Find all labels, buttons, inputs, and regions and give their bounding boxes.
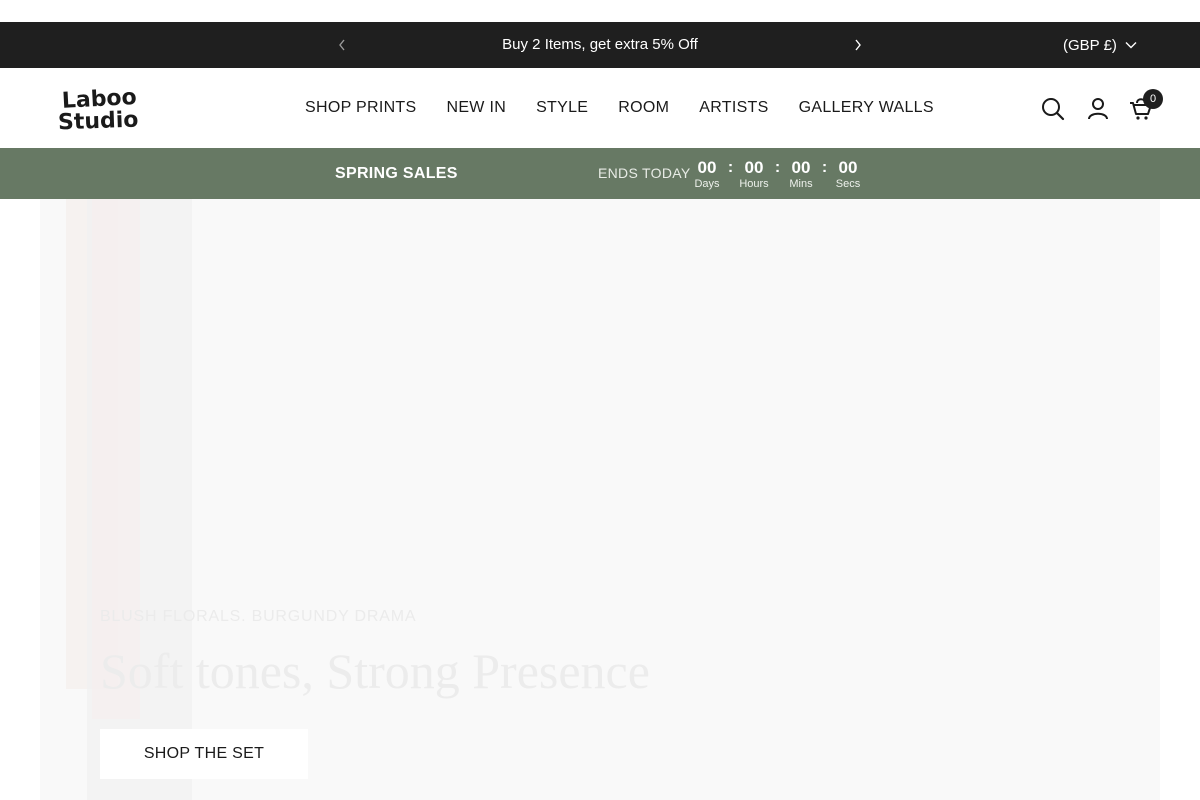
nav-room[interactable]: ROOM [618,99,669,117]
countdown-hours-label: Hours [739,178,769,190]
hero-banner: BLUSH FLORALS. BURGUNDY DRAMA Soft tones… [40,199,1160,800]
nav-style[interactable]: STYLE [536,99,588,117]
search-button[interactable] [1040,96,1066,122]
chevron-right-icon [855,39,861,51]
countdown-days-value: 00 [697,158,717,177]
countdown-secs-value: 00 [838,158,858,177]
hero-eyebrow: BLUSH FLORALS. BURGUNDY DRAMA [100,608,417,625]
logo-line-2: Studio [58,108,138,134]
countdown-mins: 00 Mins [784,158,818,191]
countdown-secs-label: Secs [835,178,861,190]
cart-count-badge: 0 [1143,89,1163,109]
hero-headline: Soft tones, Strong Presence [100,643,650,699]
logo-wordmark: Laboo Studio [58,85,139,135]
countdown-hours: 00 Hours [737,158,771,191]
main-nav: SHOP PRINTS NEW IN STYLE ROOM ARTISTS GA… [305,68,934,148]
account-icon [1088,98,1108,120]
countdown-separator: : [774,159,781,176]
sale-ends-label: ENDS TODAY [598,165,691,181]
countdown-days-label: Days [694,178,720,190]
announcement-next-button[interactable] [846,33,870,57]
account-button[interactable] [1085,96,1111,122]
countdown-hours-value: 00 [744,158,764,177]
shop-the-set-button[interactable]: SHOP THE SET [100,729,308,779]
chevron-down-icon [1125,42,1137,49]
countdown-separator: : [727,159,734,176]
site-logo[interactable]: Laboo Studio [58,82,139,135]
chevron-left-icon [339,39,345,51]
search-icon [1042,98,1065,121]
countdown-separator: : [821,159,828,176]
nav-gallery-walls[interactable]: GALLERY WALLS [799,99,934,117]
currency-selector[interactable]: (GBP £) [1063,22,1137,68]
countdown-mins-value: 00 [791,158,811,177]
countdown-mins-label: Mins [789,178,813,190]
countdown-days: 00 Days [690,158,724,191]
hero-image-loading-strip [92,199,140,719]
site-header: Laboo Studio SHOP PRINTS NEW IN STYLE RO… [0,68,1200,148]
nav-artists[interactable]: ARTISTS [699,99,768,117]
nav-shop-prints[interactable]: SHOP PRINTS [305,99,416,117]
currency-label: (GBP £) [1063,36,1117,54]
announcement-bar: Buy 2 Items, get extra 5% Off (GBP £) [0,22,1200,68]
countdown-timer: 00 Days : 00 Hours : 00 Mins : 00 Secs [690,158,865,191]
announcement-prev-button[interactable] [330,33,354,57]
countdown-secs: 00 Secs [831,158,865,191]
sale-countdown-bar: SPRING SALES ENDS TODAY 00 Days : 00 Hou… [0,148,1200,199]
nav-new-in[interactable]: NEW IN [446,99,506,117]
sale-title: SPRING SALES [335,165,458,182]
announcement-message: Buy 2 Items, get extra 5% Off [502,36,698,53]
